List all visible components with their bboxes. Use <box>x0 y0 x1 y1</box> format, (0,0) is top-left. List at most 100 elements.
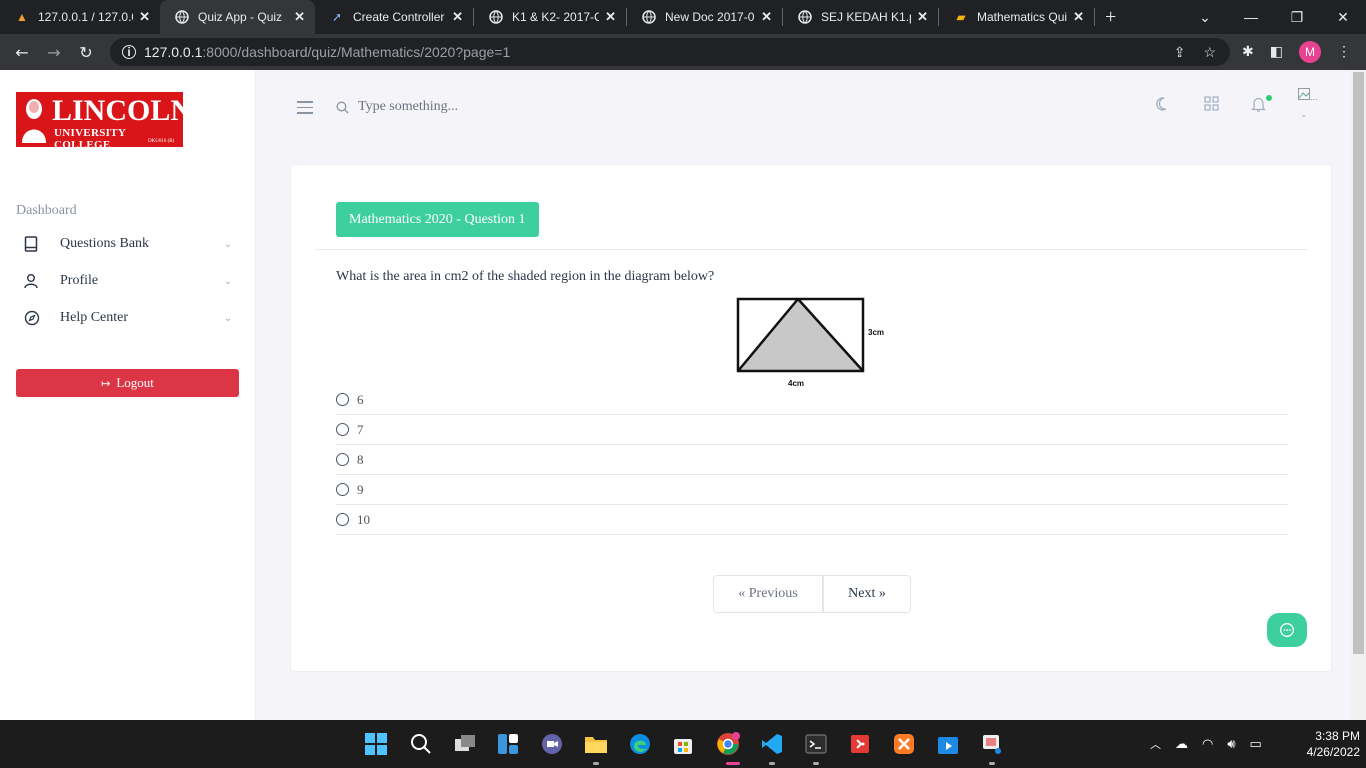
forward-arrow-icon[interactable]: → <box>38 43 70 62</box>
browser-menu-icon[interactable]: ⋮ <box>1337 44 1351 61</box>
browser-tab[interactable]: K1 & K2- 2017-C ✕ <box>474 0 626 34</box>
diagram-height-label: 3cm <box>868 328 884 337</box>
notification-dot <box>1266 95 1272 101</box>
answer-option[interactable]: 10 <box>336 505 1288 535</box>
chat-button[interactable] <box>1267 613 1307 647</box>
close-tab-icon[interactable]: ✕ <box>761 9 772 25</box>
globe-icon <box>488 9 504 25</box>
chevron-down-icon[interactable]: ⌄ <box>1300 110 1308 120</box>
file-explorer-icon[interactable] <box>584 732 608 756</box>
book-icon <box>16 236 48 252</box>
close-tab-icon[interactable]: ✕ <box>139 9 150 25</box>
lincoln-logo[interactable]: LINCOLN UNIVERSITY COLLEGE DKU016 (B) <box>16 92 192 151</box>
radio-button[interactable] <box>336 393 349 406</box>
edge-browser-icon[interactable] <box>628 732 652 756</box>
task-view-icon[interactable] <box>453 732 477 756</box>
browser-toolbar: ← → ↻ i 127.0.0.1:8000/dashboard/quiz/Ma… <box>0 34 1366 70</box>
address-bar[interactable]: i 127.0.0.1:8000/dashboard/quiz/Mathemat… <box>110 38 1230 66</box>
chevron-up-icon[interactable]: ︿ <box>1150 736 1161 752</box>
minimize-button[interactable]: — <box>1228 9 1274 25</box>
radio-button[interactable] <box>336 513 349 526</box>
bell-icon[interactable] <box>1251 96 1266 112</box>
radio-button[interactable] <box>336 483 349 496</box>
grid-apps-icon[interactable] <box>1204 96 1219 111</box>
logout-button[interactable]: ↦ Logout <box>16 369 239 397</box>
sidebar-item-help-center[interactable]: Help Center ⌄ <box>16 303 240 333</box>
lincoln-bust-icon <box>22 99 46 143</box>
browser-tab[interactable]: SEJ KEDAH K1.pd ✕ <box>783 0 938 34</box>
new-tab-button[interactable]: + <box>1095 0 1126 34</box>
next-page-button[interactable]: Next » <box>823 575 911 613</box>
hamburger-menu-icon[interactable] <box>297 101 313 118</box>
radio-button[interactable] <box>336 423 349 436</box>
close-tab-icon[interactable]: ✕ <box>917 9 928 25</box>
windows-start-icon[interactable] <box>364 732 388 756</box>
browser-tab[interactable]: ➚ Create Controller ✕ <box>315 0 473 34</box>
close-window-button[interactable]: ✕ <box>1320 9 1366 26</box>
site-info-icon[interactable]: i <box>122 45 136 59</box>
sidebar-item-questions-bank[interactable]: Questions Bank ⌄ <box>16 229 240 259</box>
search-icon <box>336 101 349 114</box>
close-tab-icon[interactable]: ✕ <box>294 9 305 25</box>
divider <box>315 249 1308 250</box>
reload-icon[interactable]: ↻ <box>70 43 102 62</box>
bookmark-star-icon[interactable]: ☆ <box>1203 44 1216 61</box>
back-arrow-icon[interactable]: ← <box>6 43 38 62</box>
battery-icon[interactable]: ▭ <box>1250 736 1262 752</box>
question-badge: Mathematics 2020 - Question 1 <box>336 202 539 237</box>
wifi-icon[interactable]: ◠ <box>1202 737 1213 752</box>
book-icon: ▰ <box>956 10 966 24</box>
sidebar-item-profile[interactable]: Profile ⌄ <box>16 266 240 296</box>
terminal-icon[interactable] <box>804 732 828 756</box>
vscode-icon[interactable] <box>760 732 784 756</box>
onedrive-cloud-icon[interactable]: ☁ <box>1175 736 1188 752</box>
close-tab-icon[interactable]: ✕ <box>452 9 463 25</box>
moon-icon[interactable] <box>1155 96 1171 112</box>
globe-icon <box>797 9 813 25</box>
search-input[interactable] <box>358 96 658 118</box>
widgets-icon[interactable] <box>496 732 520 756</box>
window-controls: ⌄ — ❐ ✕ <box>1182 0 1366 34</box>
radio-button[interactable] <box>336 453 349 466</box>
browser-tab[interactable]: ▰ Mathematics Qui ✕ <box>939 0 1094 34</box>
broken-image-icon <box>1298 88 1310 100</box>
browser-tab-strip: ▲ 127.0.0.1 / 127.0.0 ✕ Quiz App - Quiz … <box>0 0 1366 34</box>
page: LINCOLN UNIVERSITY COLLEGE DKU016 (B) Da… <box>0 70 1366 720</box>
close-tab-icon[interactable]: ✕ <box>605 9 616 25</box>
pagination: « Previous Next » <box>713 575 911 613</box>
answer-option[interactable]: 8 <box>336 445 1288 475</box>
microsoft-store-icon[interactable] <box>671 732 695 756</box>
answer-option[interactable]: 7 <box>336 415 1288 445</box>
tab-search-icon[interactable]: ⌄ <box>1182 9 1228 26</box>
media-player-icon[interactable] <box>936 732 960 756</box>
globe-icon <box>174 9 190 25</box>
taskbar-clock[interactable]: 3:38 PM 4/26/2022 <box>1290 728 1360 760</box>
user-icon <box>16 273 48 289</box>
compass-icon <box>16 310 48 326</box>
share-icon[interactable]: ⇪ <box>1174 44 1186 61</box>
search-icon[interactable] <box>409 732 433 756</box>
answer-option[interactable]: 9 <box>336 475 1288 505</box>
extensions-puzzle-icon[interactable]: ✱ <box>1242 44 1254 61</box>
browser-tab-active[interactable]: Quiz App - Quiz ✕ <box>160 0 315 34</box>
side-panel-icon[interactable]: ◧ <box>1270 44 1283 61</box>
chat-bubble-icon <box>1280 623 1294 637</box>
browser-tab[interactable]: ▲ 127.0.0.1 / 127.0.0 ✕ <box>0 0 160 34</box>
git-icon[interactable] <box>848 732 872 756</box>
chrome-icon[interactable] <box>716 732 740 756</box>
answer-option[interactable]: 6 <box>336 385 1288 415</box>
page-scrollbar[interactable] <box>1351 70 1366 720</box>
scrollbar-thumb[interactable] <box>1353 72 1364 654</box>
phpmyadmin-icon: ▲ <box>16 10 28 24</box>
teams-chat-icon[interactable] <box>540 732 564 756</box>
snipping-tool-icon[interactable] <box>980 732 1004 756</box>
volume-icon[interactable]: 🔊︎ <box>1227 737 1235 752</box>
question-text: What is the area in cm2 of the shaded re… <box>336 269 715 284</box>
browser-tab[interactable]: New Doc 2017-0 ✕ <box>627 0 782 34</box>
restore-button[interactable]: ❐ <box>1274 9 1320 26</box>
profile-avatar[interactable]: M <box>1298 41 1321 63</box>
xampp-icon[interactable] <box>892 732 916 756</box>
user-avatar-image[interactable]: ... <box>1298 88 1326 104</box>
previous-page-button[interactable]: « Previous <box>713 575 823 613</box>
close-tab-icon[interactable]: ✕ <box>1073 9 1084 25</box>
